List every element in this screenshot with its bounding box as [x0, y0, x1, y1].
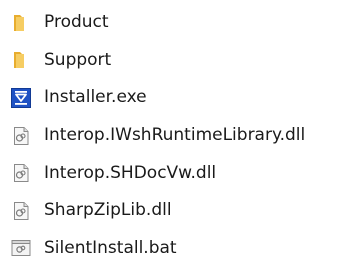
dll-file-icon	[10, 200, 32, 222]
file-name: SharpZipLib.dll	[44, 200, 172, 221]
file-name: Installer.exe	[44, 87, 147, 108]
folder-icon	[10, 49, 32, 71]
file-name: Product	[44, 12, 109, 33]
file-list: Product Support Installer.exe Interop.IW…	[0, 0, 346, 271]
folder-icon	[10, 12, 32, 34]
file-item-product[interactable]: Product	[0, 4, 346, 42]
file-name: SilentInstall.bat	[44, 237, 177, 258]
file-item-sharpziplib[interactable]: SharpZipLib.dll	[0, 192, 346, 230]
file-item-installer[interactable]: Installer.exe	[0, 79, 346, 117]
dll-file-icon	[10, 162, 32, 184]
file-name: Interop.IWshRuntimeLibrary.dll	[44, 125, 306, 146]
file-name: Interop.SHDocVw.dll	[44, 162, 217, 183]
dll-file-icon	[10, 125, 32, 147]
file-name: Support	[44, 49, 112, 70]
file-item-silentinstall[interactable]: SilentInstall.bat	[0, 230, 346, 268]
file-item-interop-shdocvw[interactable]: Interop.SHDocVw.dll	[0, 154, 346, 192]
file-item-support[interactable]: Support	[0, 42, 346, 80]
batch-file-icon	[10, 237, 32, 259]
installer-icon	[10, 87, 32, 109]
file-item-interop-iwshruntimelibrary[interactable]: Interop.IWshRuntimeLibrary.dll	[0, 117, 346, 155]
